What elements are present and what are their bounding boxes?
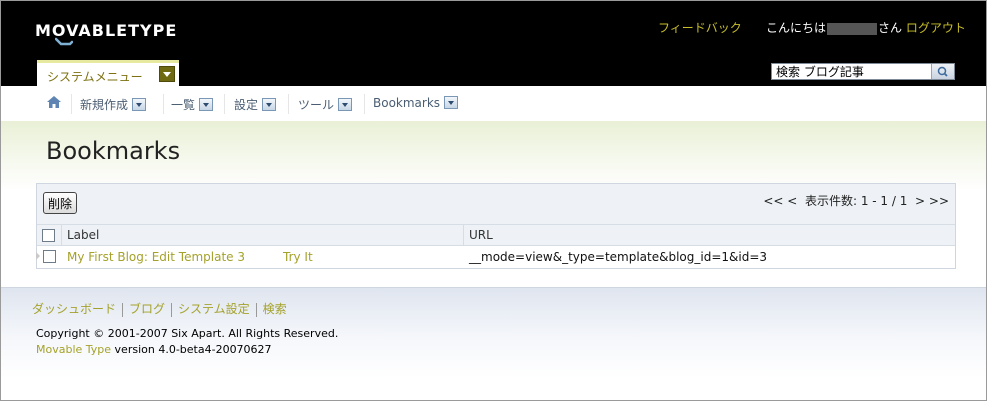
footer-link-search[interactable]: 検索 [263,302,287,316]
main-content: Bookmarks 削除 << < 表示件数: 1 - 1 / 1 > >> L… [1,121,986,287]
system-menu-tab[interactable]: システムメニュー [37,60,179,86]
nav-item-new[interactable]: 新規作成 [80,96,147,112]
nav-divider [71,94,72,114]
footer-divider [122,302,124,317]
feedback-link[interactable]: フィードバック [658,19,742,36]
select-all-checkbox[interactable] [42,229,55,242]
footer-divider [171,302,173,317]
dropdown-arrow-icon[interactable] [444,96,459,109]
bookmark-label-link[interactable]: My First Blog: Edit Template 3 [67,250,245,264]
search-icon [937,66,948,77]
pager-status: 表示件数: 1 - 1 / 1 [804,194,908,208]
pager-prev[interactable]: << < [763,194,797,208]
logout-link[interactable]: ログアウト [906,21,966,35]
table-header: Label URL [37,225,955,246]
copyright: Copyright © 2001-2007 Six Apart. All Rig… [36,327,339,340]
version-info: Movable Type version 4.0-beta4-20070627 [36,343,272,356]
home-icon[interactable] [46,95,62,109]
search-box [771,63,955,80]
footer-divider [255,302,257,317]
nav-item-label: ツール [298,98,335,112]
wrench-icon [55,37,73,46]
page-title: Bookmarks [46,137,181,165]
version-text: version 4.0-beta4-20070627 [114,343,272,356]
system-menu-label: システムメニュー [47,70,143,84]
user-greeting: こんにちは さん ログアウト [766,19,966,36]
nav-divider [364,94,365,114]
app-frame: MOVABLETYPE フィードバック こんにちは さん ログアウト システムメニ… [0,0,987,401]
footer: ダッシュボード ブログ システム設定 検索 Copyright © 2001-2007… [1,287,986,400]
try-it-link[interactable]: Try It [283,250,313,264]
search-input[interactable] [772,64,930,78]
nav-item-label: 設定 [234,98,259,112]
search-button[interactable] [931,64,954,79]
greeting-prefix: こんにちは [766,21,827,35]
table-row: My First Blog: Edit Template 3 Try It __… [36,246,955,267]
delete-button[interactable]: 削除 [43,192,77,214]
nav-item-label: 一覧 [171,98,196,112]
dropdown-arrow-icon[interactable] [338,98,353,111]
row-checkbox[interactable] [43,250,56,263]
username-redacted [827,22,878,35]
greeting-suffix: さん [878,21,903,35]
dropdown-arrow-icon[interactable] [132,98,147,111]
nav-divider [288,94,289,114]
nav-divider [163,94,164,114]
nav-item-label: Bookmarks [373,96,441,110]
bookmark-url: __mode=view&_type=template&blog_id=1&id=… [469,250,768,264]
column-header-url[interactable]: URL [469,228,493,242]
pager: << < 表示件数: 1 - 1 / 1 > >> [763,192,949,209]
dropdown-arrow-icon[interactable] [199,98,214,111]
footer-link-blog[interactable]: ブログ [129,302,165,316]
column-divider [463,225,464,245]
nav-divider [224,94,225,114]
pager-next[interactable]: > >> [915,194,949,208]
column-divider [61,225,62,245]
main-nav: 新規作成 一覧 設定 ツール Bookmarks [1,86,986,122]
nav-item-list[interactable]: 一覧 [171,96,214,112]
product-link[interactable]: Movable Type [36,343,111,356]
column-header-label[interactable]: Label [67,228,99,242]
footer-link-system-settings[interactable]: システム設定 [178,302,250,316]
logo[interactable]: MOVABLETYPE [35,21,177,46]
header: MOVABLETYPE フィードバック こんにちは さん ログアウト システムメニ… [1,1,986,86]
row-marker [36,252,40,260]
listing-toolbar: 削除 << < 表示件数: 1 - 1 / 1 > >> [37,184,955,225]
footer-links: ダッシュボード ブログ システム設定 検索 [32,300,287,317]
listing-panel: 削除 << < 表示件数: 1 - 1 / 1 > >> Label URL M… [36,183,956,269]
footer-link-dashboard[interactable]: ダッシュボード [32,302,116,316]
chevron-down-icon[interactable] [159,66,175,82]
nav-item-settings[interactable]: 設定 [234,96,277,112]
nav-item-label: 新規作成 [80,98,129,112]
dropdown-arrow-icon[interactable] [262,98,277,111]
nav-item-bookmarks[interactable]: Bookmarks [373,96,459,110]
nav-item-tools[interactable]: ツール [298,96,353,112]
